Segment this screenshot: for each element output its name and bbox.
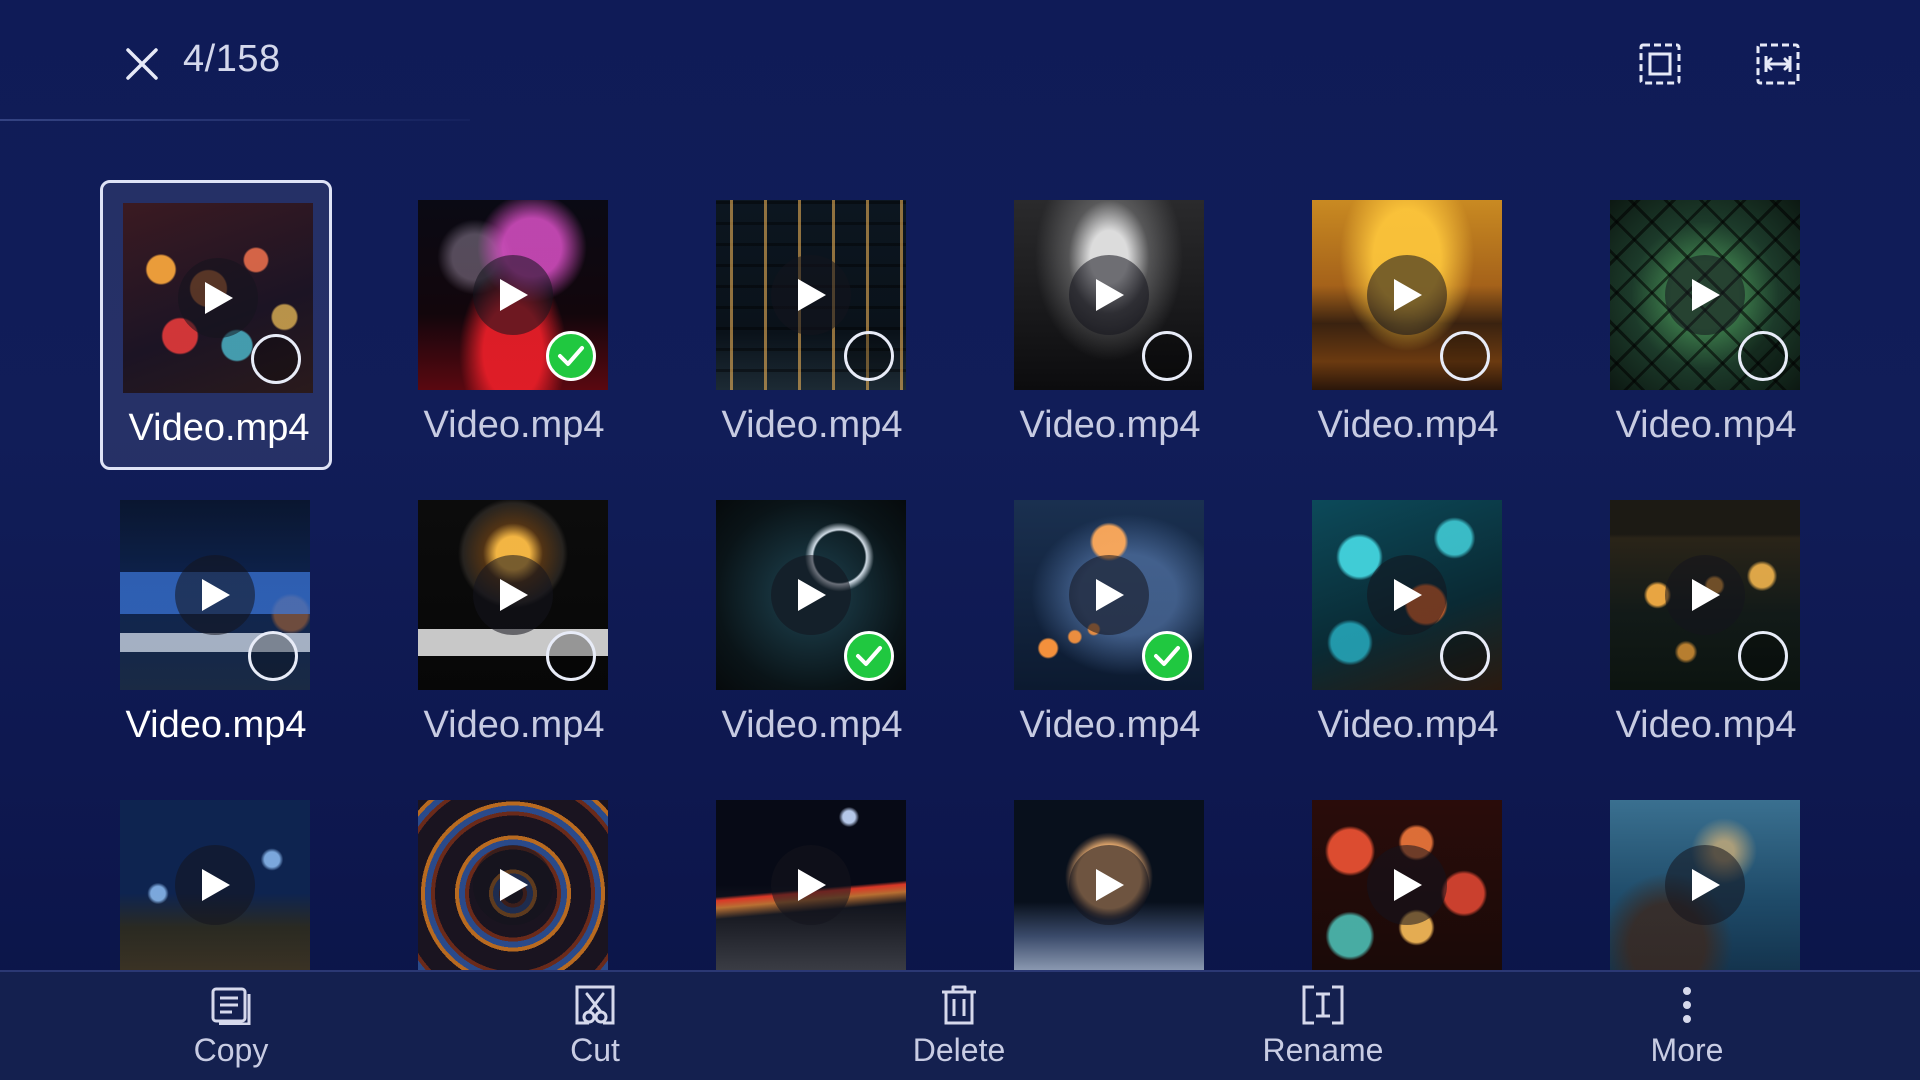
play-icon: [178, 258, 258, 338]
more-vertical-icon: [1683, 987, 1691, 1023]
video-name: Video.mp4: [423, 404, 605, 446]
video-thumbnail: [123, 203, 313, 393]
play-icon: [1665, 555, 1745, 635]
copy-button[interactable]: Copy: [131, 982, 331, 1074]
video-item[interactable]: Video.mp4: [696, 480, 928, 770]
cut-label: Cut: [570, 1032, 620, 1068]
video-thumbnail: [1312, 800, 1502, 970]
video-thumbnail: [716, 800, 906, 970]
video-thumbnail: [1014, 200, 1204, 390]
video-item[interactable]: Video.mp4: [1292, 180, 1524, 470]
video-item[interactable]: Video.mp4: [1590, 180, 1822, 470]
video-name: Video.mp4: [1317, 404, 1499, 446]
play-icon: [1665, 255, 1745, 335]
play-icon: [175, 845, 255, 925]
rename-icon: [1302, 985, 1344, 1025]
selection-checkbox[interactable]: [844, 631, 894, 681]
delete-label: Delete: [912, 1032, 1006, 1068]
copy-label: Copy: [193, 1032, 269, 1068]
video-thumbnail: [1610, 200, 1800, 390]
play-icon: [1665, 845, 1745, 925]
video-thumbnail: [120, 800, 310, 970]
selection-checkbox[interactable]: [1440, 631, 1490, 681]
play-icon: [473, 255, 553, 335]
video-name: Video.mp4: [1615, 704, 1797, 746]
video-item[interactable]: Video.mp4: [1590, 480, 1822, 770]
selection-checkbox[interactable]: [546, 331, 596, 381]
video-name: Video.mp4: [1615, 404, 1797, 446]
video-name: Video.mp4: [1019, 404, 1201, 446]
play-icon: [1069, 845, 1149, 925]
video-thumbnail: [1610, 500, 1800, 690]
video-item[interactable]: Video.mp4: [100, 480, 332, 770]
selection-checkbox[interactable]: [1738, 331, 1788, 381]
video-thumbnail: [1312, 200, 1502, 390]
video-item[interactable]: Video.mp4: [398, 180, 630, 470]
video-item[interactable]: Video.mp4: [100, 180, 332, 470]
video-name: Video.mp4: [1019, 704, 1201, 746]
delete-button[interactable]: Delete: [859, 982, 1059, 1074]
play-icon: [1367, 555, 1447, 635]
video-grid: Video.mp4 Video.mp4 Video.mp4 Video.mp4 …: [0, 0, 1920, 970]
video-thumbnail: [1610, 800, 1800, 970]
video-thumbnail: [418, 800, 608, 970]
selection-checkbox[interactable]: [248, 631, 298, 681]
selection-checkbox[interactable]: [546, 631, 596, 681]
video-thumbnail: [1014, 500, 1204, 690]
cut-icon: [575, 985, 615, 1025]
video-item[interactable]: Video.mp4: [994, 480, 1226, 770]
video-thumbnail: [1312, 500, 1502, 690]
video-name: Video.mp4: [423, 704, 605, 746]
play-icon: [1069, 255, 1149, 335]
selection-checkbox[interactable]: [1440, 331, 1490, 381]
play-icon: [175, 555, 255, 635]
play-icon: [771, 555, 851, 635]
play-icon: [473, 845, 553, 925]
video-thumbnail: [418, 500, 608, 690]
play-icon: [771, 845, 851, 925]
video-item[interactable]: Video.mp4: [994, 180, 1226, 470]
video-name: Video.mp4: [1317, 704, 1499, 746]
video-thumbnail: [1014, 800, 1204, 970]
video-item[interactable]: Video.mp4: [398, 480, 630, 770]
cut-button[interactable]: Cut: [495, 982, 695, 1074]
selection-checkbox[interactable]: [1142, 631, 1192, 681]
bottom-action-bar: Copy Cut Delete Rename More: [0, 970, 1920, 1080]
video-name: Video.mp4: [721, 704, 903, 746]
play-icon: [1069, 555, 1149, 635]
video-item[interactable]: Video.mp4: [696, 180, 928, 470]
video-thumbnail: [716, 200, 906, 390]
selection-checkbox[interactable]: [844, 331, 894, 381]
video-name: Video.mp4: [721, 404, 903, 446]
rename-button[interactable]: Rename: [1223, 982, 1423, 1074]
video-thumbnail: [418, 200, 608, 390]
selection-checkbox[interactable]: [251, 334, 301, 384]
more-label: More: [1650, 1032, 1724, 1068]
selection-checkbox[interactable]: [1142, 331, 1192, 381]
video-thumbnail: [716, 500, 906, 690]
more-button[interactable]: More: [1587, 982, 1787, 1074]
play-icon: [1367, 845, 1447, 925]
video-name: Video.mp4: [128, 407, 310, 449]
play-icon: [473, 555, 553, 635]
play-icon: [771, 255, 851, 335]
play-icon: [1367, 255, 1447, 335]
video-item[interactable]: Video.mp4: [1292, 480, 1524, 770]
trash-icon: [942, 985, 976, 1025]
video-thumbnail: [120, 500, 310, 690]
rename-label: Rename: [1262, 1032, 1384, 1068]
copy-icon: [211, 987, 251, 1025]
selection-checkbox[interactable]: [1738, 631, 1788, 681]
video-name: Video.mp4: [125, 704, 307, 746]
